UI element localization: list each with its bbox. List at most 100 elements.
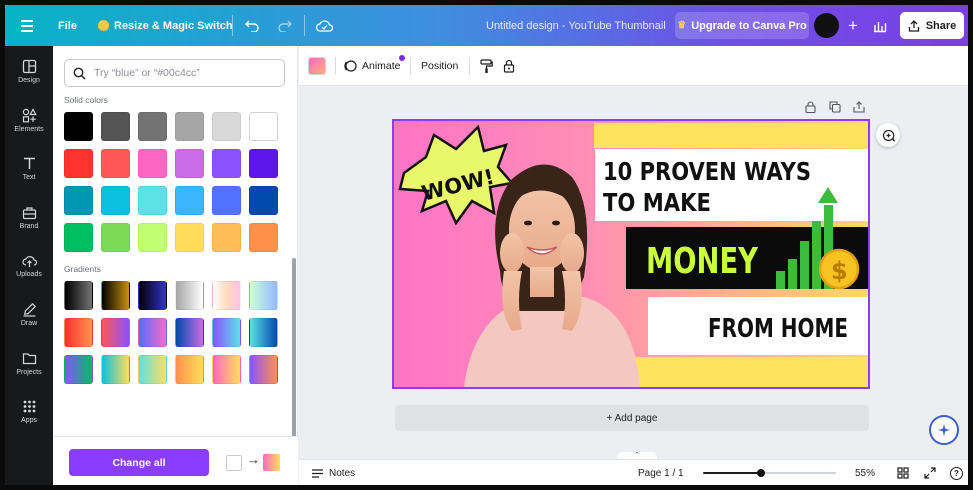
color-swatch[interactable] bbox=[101, 223, 130, 252]
animate-button[interactable]: Animate bbox=[343, 46, 401, 86]
gradient-swatch[interactable] bbox=[212, 355, 241, 384]
change-all-button[interactable]: Change all bbox=[69, 449, 209, 476]
gradient-swatch[interactable] bbox=[212, 281, 241, 310]
lock-page-icon[interactable] bbox=[805, 101, 817, 114]
nav-apps[interactable]: Apps bbox=[5, 389, 53, 433]
bottom-bar: Notes Page 1 / 1 55% ? bbox=[299, 459, 968, 485]
color-swatch[interactable] bbox=[249, 223, 278, 252]
gradient-swatch[interactable] bbox=[101, 318, 130, 347]
text-icon bbox=[23, 157, 35, 169]
gradients-heading: Gradients bbox=[64, 264, 101, 274]
cloud-save-icon[interactable] bbox=[316, 5, 333, 46]
color-swatch[interactable] bbox=[212, 112, 241, 141]
draw-icon bbox=[23, 302, 36, 317]
color-swatch[interactable] bbox=[64, 149, 93, 178]
grid-view-icon[interactable] bbox=[897, 460, 909, 485]
gradient-swatch[interactable] bbox=[249, 355, 278, 384]
gradient-swatch[interactable] bbox=[138, 318, 167, 347]
gradient-swatch[interactable] bbox=[212, 318, 241, 347]
nav-projects[interactable]: Projects bbox=[5, 341, 53, 385]
gradient-swatch[interactable] bbox=[64, 355, 93, 384]
money-text: MONEY bbox=[646, 241, 759, 282]
position-button[interactable]: Position bbox=[421, 46, 458, 86]
color-swatch[interactable] bbox=[138, 223, 167, 252]
gradient-swatch[interactable] bbox=[138, 355, 167, 384]
lock-icon[interactable] bbox=[503, 46, 515, 86]
color-swatch[interactable] bbox=[249, 186, 278, 215]
panel-scrollbar[interactable] bbox=[292, 258, 296, 440]
page-actions bbox=[805, 101, 865, 115]
file-menu[interactable]: File bbox=[58, 5, 77, 46]
gradient-swatch[interactable] bbox=[249, 281, 278, 310]
color-search[interactable] bbox=[64, 59, 285, 87]
share-button[interactable]: Share bbox=[900, 12, 964, 39]
gradient-swatch[interactable] bbox=[64, 318, 93, 347]
projects-icon bbox=[22, 352, 36, 364]
redo-icon[interactable] bbox=[277, 5, 292, 46]
nav-label: Apps bbox=[21, 416, 37, 424]
fullscreen-icon[interactable] bbox=[924, 460, 936, 485]
color-swatch[interactable] bbox=[175, 112, 204, 141]
notes-button[interactable]: Notes bbox=[311, 460, 355, 485]
color-swatch[interactable] bbox=[64, 186, 93, 215]
zoom-slider-thumb[interactable] bbox=[757, 469, 765, 477]
search-input[interactable] bbox=[94, 67, 274, 79]
nav-elements[interactable]: Elements bbox=[5, 98, 53, 142]
zoom-slider[interactable] bbox=[703, 469, 836, 477]
nav-uploads[interactable]: Uploads bbox=[5, 243, 53, 287]
color-swatch[interactable] bbox=[175, 149, 204, 178]
upgrade-label: Upgrade to Canva Pro bbox=[691, 19, 807, 32]
gradient-swatch[interactable] bbox=[175, 281, 204, 310]
add-comment-icon[interactable] bbox=[876, 123, 900, 147]
avatar[interactable] bbox=[814, 13, 839, 38]
design-canvas[interactable]: WOW! 10 PROVEN WAYS TO MAKE MONEY $ FROM… bbox=[392, 119, 870, 389]
undo-icon[interactable] bbox=[245, 5, 260, 46]
add-page-button[interactable]: + Add page bbox=[395, 405, 869, 431]
color-swatch[interactable] bbox=[249, 112, 278, 141]
help-button[interactable]: ? bbox=[950, 460, 963, 485]
gradient-swatch[interactable] bbox=[64, 281, 93, 310]
gradient-swatch[interactable] bbox=[249, 318, 278, 347]
color-swatch[interactable] bbox=[64, 112, 93, 141]
zoom-level[interactable]: 55% bbox=[855, 460, 875, 485]
nav-brand[interactable]: Brand bbox=[5, 195, 53, 239]
brand-icon bbox=[22, 206, 36, 219]
color-swatch[interactable] bbox=[101, 186, 130, 215]
menu-icon[interactable] bbox=[21, 5, 35, 46]
color-swatch[interactable] bbox=[101, 149, 130, 178]
color-swatch[interactable] bbox=[138, 112, 167, 141]
nav-text[interactable]: Text bbox=[5, 146, 53, 190]
gradient-swatch[interactable] bbox=[175, 318, 204, 347]
color-swatch[interactable] bbox=[212, 149, 241, 178]
color-swatch[interactable] bbox=[138, 149, 167, 178]
color-swatch[interactable] bbox=[64, 223, 93, 252]
gradient-swatch[interactable] bbox=[101, 281, 130, 310]
add-page-icon[interactable] bbox=[853, 101, 865, 113]
color-swatch[interactable] bbox=[212, 223, 241, 252]
color-swatch[interactable] bbox=[175, 186, 204, 215]
duplicate-page-icon[interactable] bbox=[829, 101, 841, 113]
gradient-swatch[interactable] bbox=[175, 355, 204, 384]
background-color-swatch[interactable] bbox=[308, 57, 326, 75]
add-collaborator-icon[interactable]: + bbox=[842, 13, 864, 38]
design-title[interactable]: Untitled design - YouTube Thumbnail bbox=[486, 5, 666, 46]
color-swatch[interactable] bbox=[101, 112, 130, 141]
divider bbox=[304, 15, 305, 36]
insights-icon[interactable] bbox=[873, 5, 887, 46]
paint-roller-icon[interactable] bbox=[480, 46, 493, 86]
help-icon: ? bbox=[950, 466, 963, 480]
gradient-swatch[interactable] bbox=[101, 355, 130, 384]
nav-label: Text bbox=[22, 173, 36, 181]
nav-design[interactable]: Design bbox=[5, 49, 53, 93]
nav-draw[interactable]: Draw bbox=[5, 292, 53, 336]
color-swatch[interactable] bbox=[175, 223, 204, 252]
gradient-swatch[interactable] bbox=[138, 281, 167, 310]
color-swatch[interactable] bbox=[249, 149, 278, 178]
page-indicator[interactable]: Page 1 / 1 bbox=[638, 460, 684, 485]
resize-button[interactable]: Resize & Magic Switch bbox=[98, 5, 233, 46]
zoom-slider-fill bbox=[703, 472, 761, 474]
magic-sparkle-icon[interactable] bbox=[929, 415, 959, 445]
color-swatch[interactable] bbox=[138, 186, 167, 215]
color-swatch[interactable] bbox=[212, 186, 241, 215]
upgrade-button[interactable]: ♛ Upgrade to Canva Pro bbox=[675, 12, 809, 39]
